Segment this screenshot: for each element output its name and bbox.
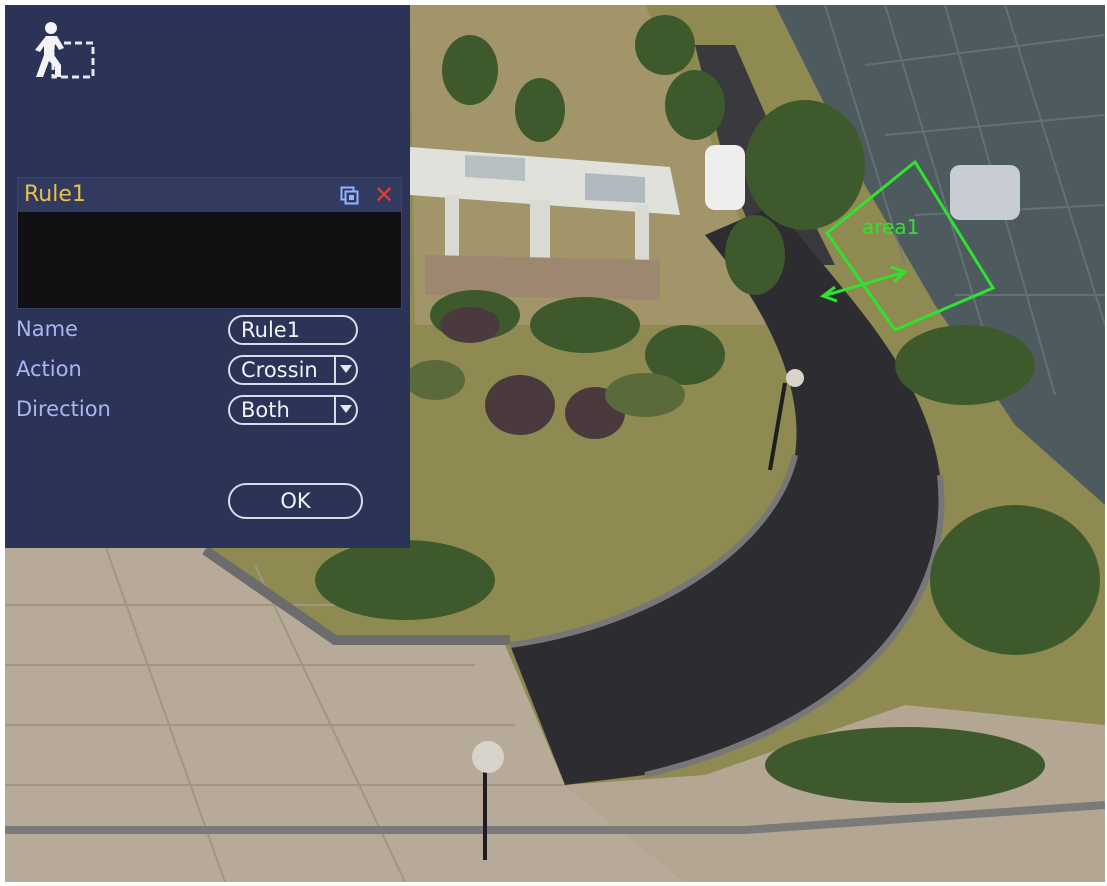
- name-value: Rule1: [241, 318, 301, 342]
- area-label-text: area1: [862, 215, 920, 239]
- delete-rule-icon[interactable]: ✕: [372, 182, 396, 208]
- direction-select[interactable]: Both: [228, 395, 358, 425]
- direction-label: Direction: [16, 397, 111, 421]
- edit-region-icon[interactable]: [340, 186, 360, 206]
- ok-button[interactable]: OK: [228, 483, 363, 519]
- action-dropdown-arrow-icon[interactable]: [334, 357, 356, 383]
- walking-person-tripwire-icon: [35, 22, 95, 79]
- rule-name: Rule1: [24, 182, 86, 207]
- area-label: area1: [862, 215, 919, 239]
- direction-dropdown-arrow-icon[interactable]: [334, 397, 356, 423]
- name-label: Name: [16, 317, 78, 341]
- action-select[interactable]: Crossin: [228, 355, 358, 385]
- action-label: Action: [16, 357, 82, 381]
- direction-value: Both: [241, 398, 290, 422]
- rule-list-item[interactable]: Rule1 ✕: [18, 178, 401, 212]
- rule-config-panel: Rule1 ✕ Name Rule1 Action Crossin Direct…: [5, 5, 410, 548]
- rule-list: Rule1 ✕: [17, 177, 402, 309]
- name-input[interactable]: Rule1: [228, 315, 358, 345]
- action-value: Crossin: [241, 358, 318, 382]
